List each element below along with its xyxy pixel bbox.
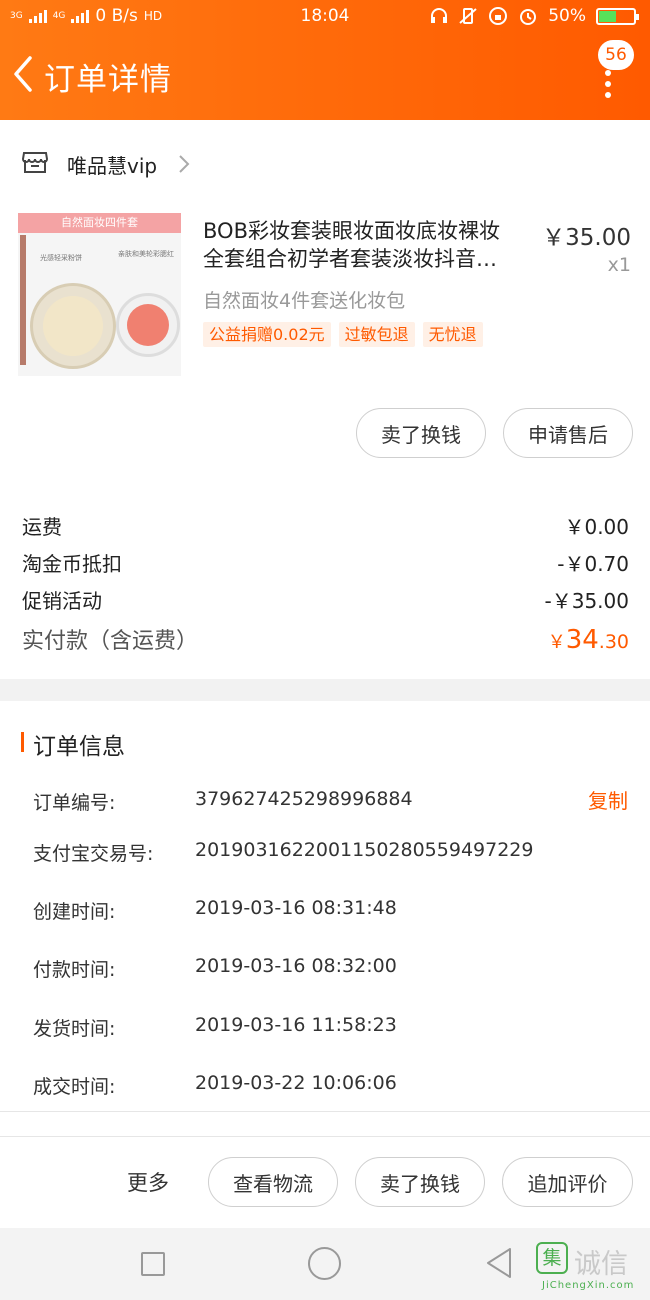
info-value: 2019-03-16 08:32:00 <box>195 955 397 977</box>
coin-label: 淘金币抵扣 <box>22 552 122 576</box>
watermark-box: 集 <box>536 1242 568 1274</box>
total-integer: 34 <box>565 625 599 655</box>
info-value: 2019-03-16 11:58:23 <box>195 1014 397 1036</box>
lock-rotation-icon <box>489 7 508 25</box>
fee-row-total: 实付款（含运费） ￥34.30 <box>22 623 629 655</box>
tag-worry-free-return: 无忧退 <box>422 322 483 347</box>
info-row-alipay-trade-no: 支付宝交易号: 2019031622001150280559497229 <box>33 837 633 867</box>
info-row-paid-time: 付款时间: 2019-03-16 08:32:00 <box>33 953 633 983</box>
back-arrow-icon[interactable] <box>8 54 38 94</box>
apply-aftersale-button[interactable]: 申请售后 <box>503 408 633 458</box>
total-currency: ￥ <box>547 632 566 653</box>
info-key: 订单编号: <box>33 792 116 814</box>
app-header: 3G 4G 0 B/s HD 18:04 50% 订单详情 56 <box>0 0 650 120</box>
coin-value: -￥0.70 <box>557 552 629 576</box>
info-row-shipped-time: 发货时间: 2019-03-16 11:58:23 <box>33 1012 633 1042</box>
section-divider <box>0 679 650 701</box>
total-value: ￥34.30 <box>548 625 629 655</box>
info-value: 2019-03-16 08:31:48 <box>195 897 397 919</box>
status-bar: 3G 4G 0 B/s HD 18:04 50% <box>0 0 650 34</box>
brush-graphic <box>20 235 26 365</box>
product-spec: 自然面妆4件套送化妆包 <box>203 290 406 312</box>
total-decimal: .30 <box>598 631 629 653</box>
battery-icon <box>596 7 639 25</box>
info-key: 发货时间: <box>33 1018 116 1040</box>
order-info-title: 订单信息 <box>33 734 125 760</box>
info-key: 付款时间: <box>33 959 116 981</box>
separator <box>0 1111 650 1112</box>
product-image-label-1: 光感轻采粉饼 <box>40 254 82 262</box>
shipping-label: 运费 <box>22 515 62 539</box>
product-price: ￥35.00 <box>542 225 631 251</box>
blush-compact-graphic <box>116 293 180 357</box>
sell-for-cash-button[interactable]: 卖了换钱 <box>355 1157 485 1207</box>
total-label: 实付款（含运费） <box>22 629 199 654</box>
battery-fill <box>599 10 616 22</box>
message-count-badge[interactable]: 56 <box>598 40 634 70</box>
product-title-line-2: 全套组合初学者套装淡妆抖音… <box>203 247 497 271</box>
tag-charity: 公益捐赠0.02元 <box>203 322 331 347</box>
shop-name[interactable]: 唯品慧vip <box>67 150 157 179</box>
watermark-url: JiChengXin.com <box>542 1280 635 1291</box>
tag-allergy-return: 过敏包退 <box>338 322 415 347</box>
more-link[interactable]: 更多 <box>127 1167 169 1197</box>
product-image[interactable]: 自然面妆四件套 光感轻采粉饼 亲肤和美轮彩腮红 <box>18 213 181 376</box>
info-key: 成交时间: <box>33 1076 116 1098</box>
product-tags: 公益捐赠0.02元 过敏包退 无忧退 <box>203 322 483 347</box>
product-title-line-1: BOB彩妆套装眼妆面妆底妆裸妆 <box>203 219 500 243</box>
info-row-order-number: 订单编号: 379627425298996884 <box>33 786 633 816</box>
separator <box>0 1136 650 1137</box>
system-nav-bar: 集 诚信 JiChengXin.com <box>0 1228 650 1300</box>
product-image-band: 自然面妆四件套 <box>18 213 181 233</box>
recent-apps-icon[interactable] <box>141 1252 165 1276</box>
sell-button[interactable]: 卖了换钱 <box>356 408 486 458</box>
back-triangle-icon[interactable] <box>484 1246 514 1280</box>
product-quantity: x1 <box>607 254 631 276</box>
shipping-value: ￥0.00 <box>564 515 629 539</box>
page-title: 订单详情 <box>44 62 172 98</box>
info-value: 2019031622001150280559497229 <box>195 839 534 861</box>
more-menu-icon[interactable] <box>602 70 614 104</box>
alarm-icon <box>520 9 537 25</box>
chevron-right-icon <box>179 155 190 173</box>
watermark-text: 诚信 <box>574 1249 628 1280</box>
fee-row-shipping: 运费 ￥0.00 <box>22 511 629 540</box>
info-value: 379627425298996884 <box>195 788 413 810</box>
nav-bar: 订单详情 56 <box>0 40 650 118</box>
fee-row-promo: 促销活动 -￥35.00 <box>22 585 629 614</box>
watermark-logo: 集 诚信 JiChengXin.com <box>530 1240 648 1298</box>
info-row-created-time: 创建时间: 2019-03-16 08:31:48 <box>33 895 633 925</box>
info-row-completed-time: 成交时间: 2019-03-22 10:06:06 <box>33 1070 633 1100</box>
home-icon[interactable] <box>308 1247 341 1280</box>
product-image-label-2: 亲肤和美轮彩腮红 <box>118 250 174 258</box>
info-key: 创建时间: <box>33 901 116 923</box>
info-key: 支付宝交易号: <box>33 843 154 865</box>
promo-value: -￥35.00 <box>544 589 629 613</box>
copy-button[interactable]: 复制 <box>588 785 628 814</box>
shop-icon <box>22 152 48 173</box>
headphones-icon <box>431 8 448 23</box>
view-logistics-button[interactable]: 查看物流 <box>208 1157 338 1207</box>
shop-row[interactable]: 唯品慧vip <box>0 138 650 188</box>
battery-percent: 50% <box>548 6 586 26</box>
status-right: 50% <box>430 6 639 26</box>
powder-compact-graphic <box>30 283 116 369</box>
fee-row-coin: 淘金币抵扣 -￥0.70 <box>22 548 629 577</box>
vibrate-off-icon <box>459 8 477 24</box>
promo-label: 促销活动 <box>22 589 102 613</box>
section-accent-bar <box>21 732 24 752</box>
info-value: 2019-03-22 10:06:06 <box>195 1072 397 1094</box>
product-title[interactable]: BOB彩妆套装眼妆面妆底妆裸妆 全套组合初学者套装淡妆抖音… <box>203 217 533 273</box>
add-review-button[interactable]: 追加评价 <box>502 1157 633 1207</box>
